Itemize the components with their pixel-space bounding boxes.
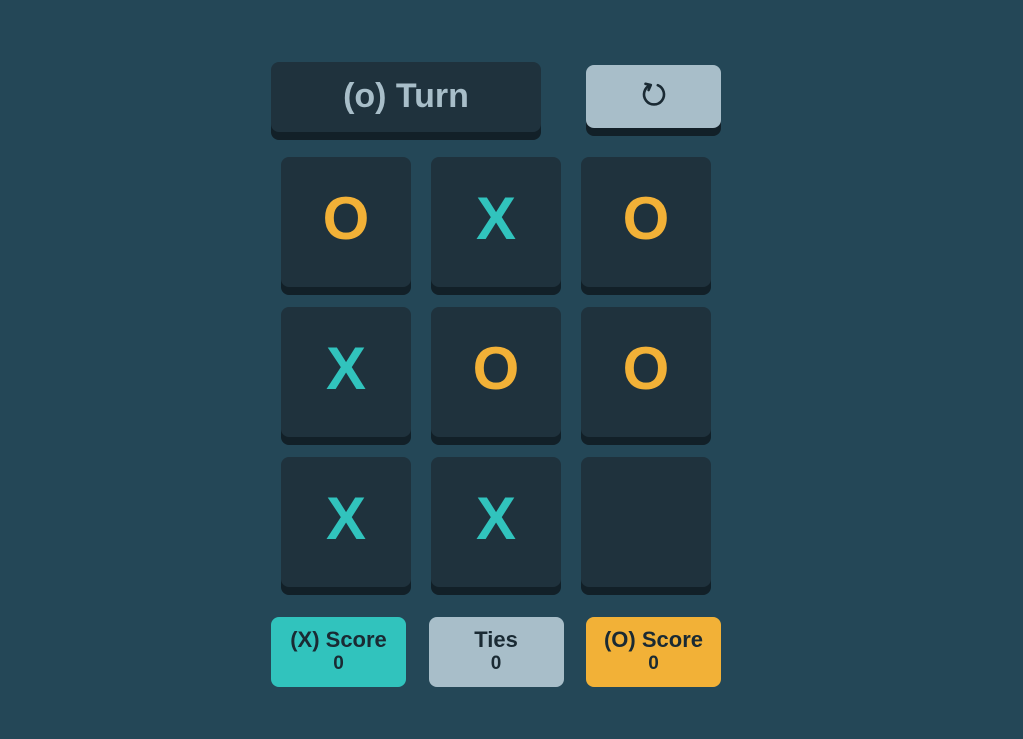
turn-label: (o) Turn bbox=[343, 76, 469, 115]
x-score-label: (X) Score bbox=[290, 627, 387, 652]
turn-indicator: (o) Turn bbox=[271, 62, 541, 132]
o-score-value: 0 bbox=[648, 653, 659, 674]
ties-value: 0 bbox=[490, 653, 502, 674]
board-cell-7[interactable]: X bbox=[281, 457, 411, 587]
x-score-value: 0 bbox=[333, 653, 344, 674]
board-cell-3[interactable]: O bbox=[581, 157, 711, 287]
board-cell-4[interactable]: X bbox=[281, 307, 411, 437]
restart-icon bbox=[639, 79, 669, 114]
board-cell-6[interactable]: O bbox=[581, 307, 711, 437]
board-cell-9[interactable] bbox=[581, 457, 711, 587]
o-score-card: (O) Score 0 bbox=[586, 617, 721, 687]
board-cell-2[interactable]: X bbox=[431, 157, 561, 287]
board-cell-5[interactable]: O bbox=[431, 307, 561, 437]
board-cell-8[interactable]: X bbox=[431, 457, 561, 587]
restart-button[interactable] bbox=[586, 65, 721, 128]
game-board: O X O X O O X X bbox=[281, 157, 711, 587]
o-score-label: (O) Score bbox=[603, 627, 704, 652]
x-score-card: (X) Score 0 bbox=[271, 617, 406, 687]
board-cell-1[interactable]: O bbox=[281, 157, 411, 287]
ties-label: Ties bbox=[474, 627, 518, 652]
scoreboard: (X) Score 0 Ties 0 (O) Score 0 bbox=[271, 617, 721, 687]
ties-score-card: Ties 0 bbox=[428, 617, 564, 687]
